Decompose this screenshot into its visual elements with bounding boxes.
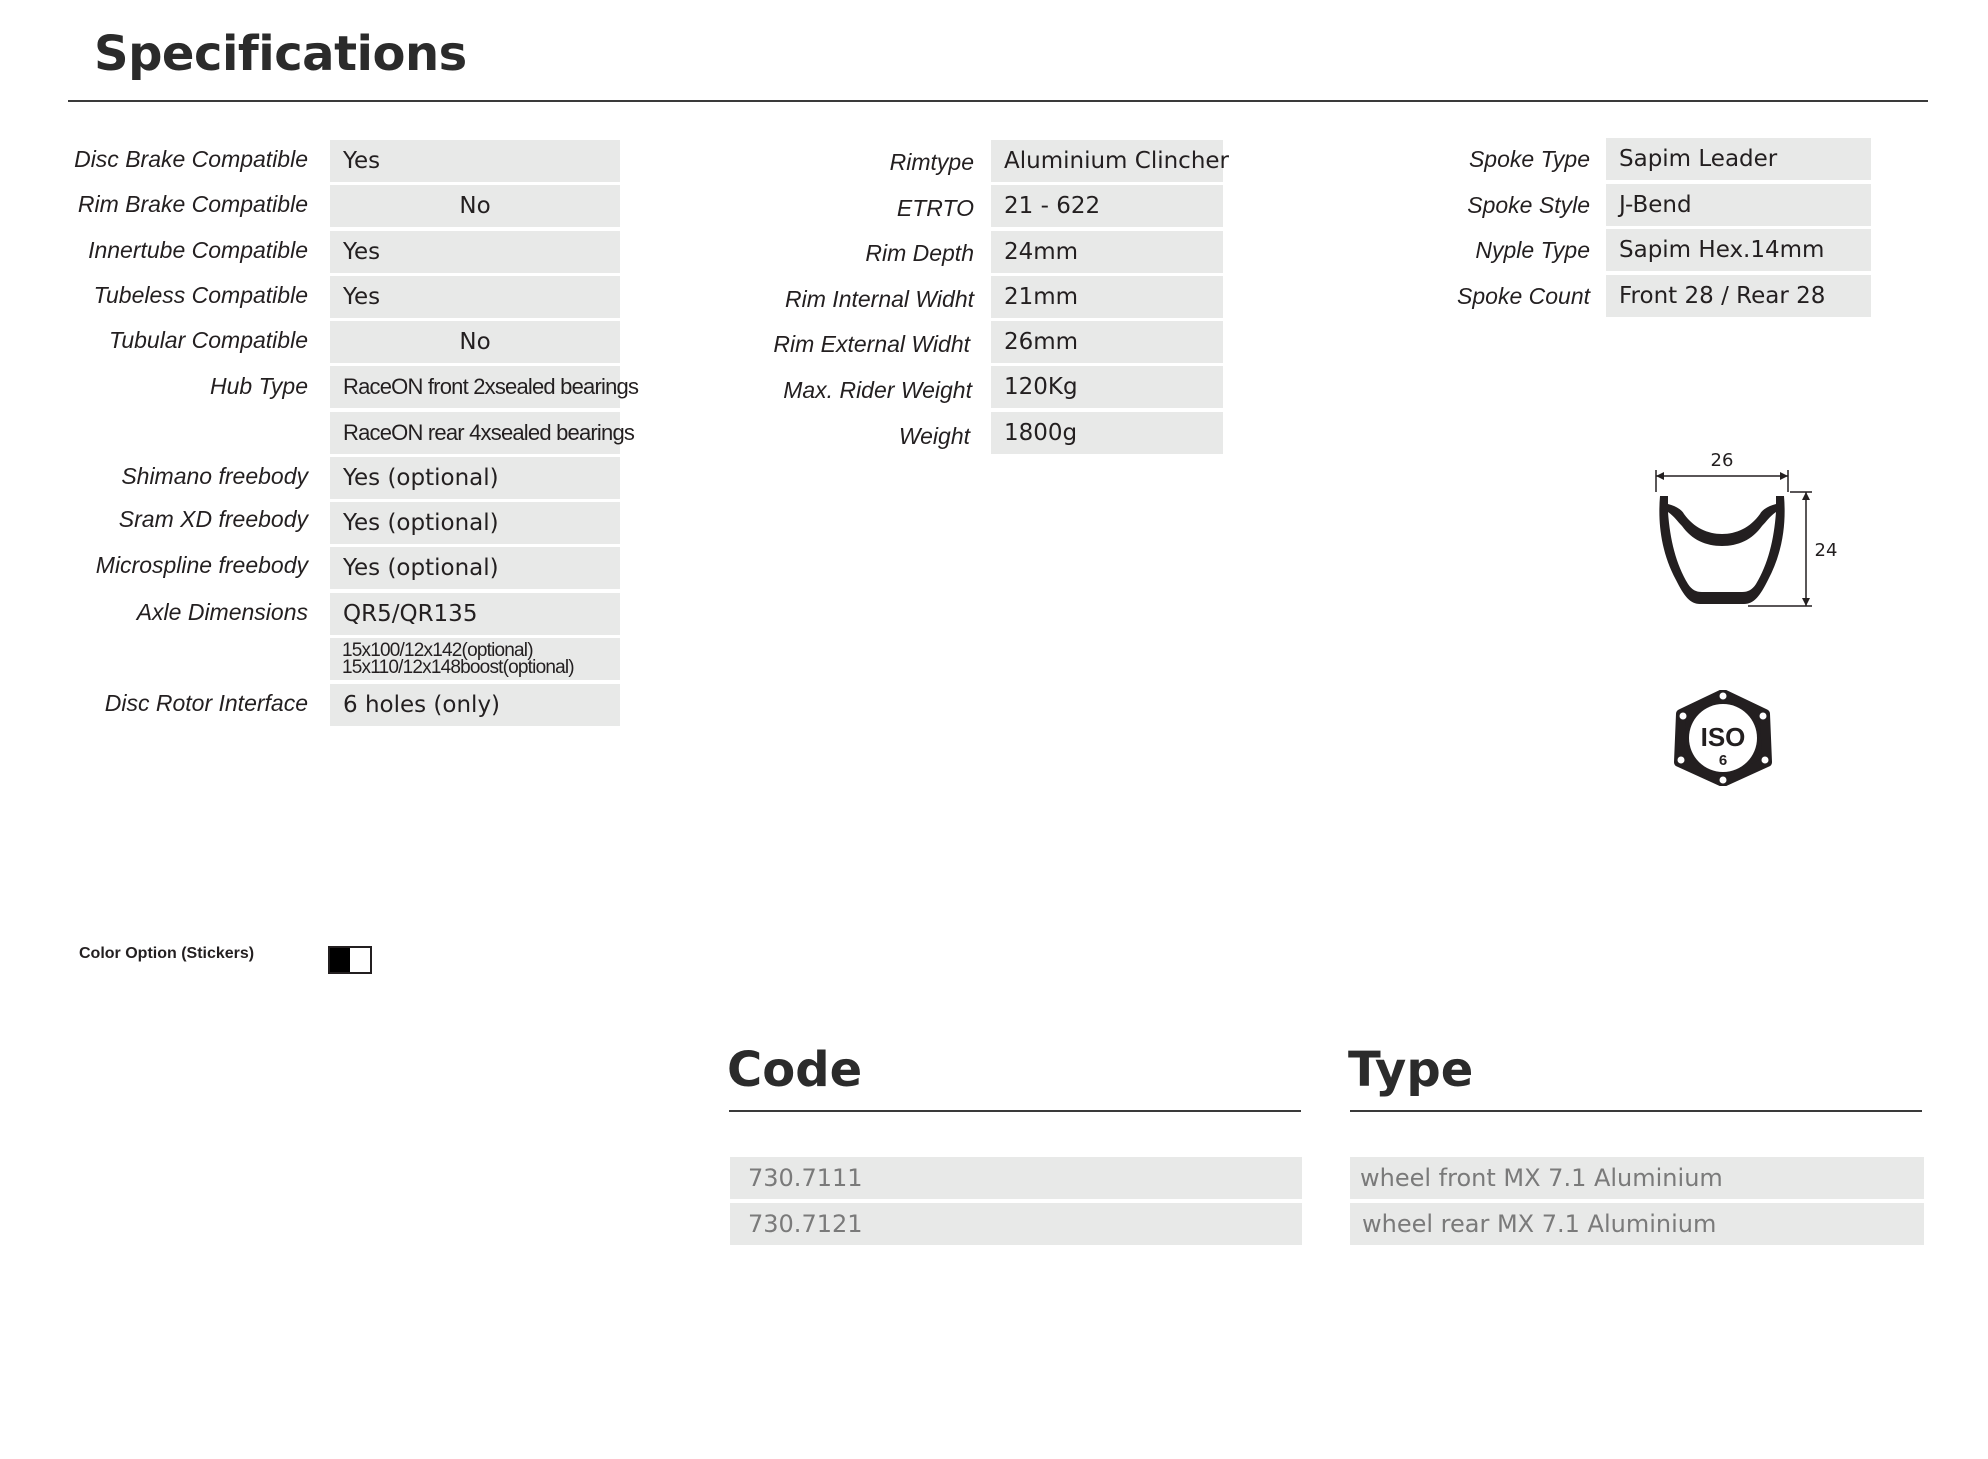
spec-value: 24mm [991, 231, 1223, 273]
iso-badge-number: 6 [1719, 752, 1727, 769]
rim-width-label: 26 [1711, 450, 1734, 471]
type-row: wheel front MX 7.1 Aluminium [1350, 1157, 1924, 1199]
spec-value: 1800g [991, 412, 1223, 454]
type-divider [1350, 1110, 1922, 1112]
spec-label: Disc Brake Compatible [74, 146, 308, 172]
color-swatch-black [330, 948, 350, 972]
spec-value: 21 - 622 [991, 185, 1223, 227]
color-option-label: Color Option (Stickers) [79, 945, 255, 962]
spec-label: Rim External Widht [773, 331, 970, 357]
spec-value: QR5/QR135 [330, 593, 620, 635]
type-row: wheel rear MX 7.1 Aluminium [1350, 1203, 1924, 1245]
iso-6-bolt-icon: ISO 6 [1674, 690, 1772, 786]
spec-value: Yes [330, 231, 620, 273]
title-divider [68, 100, 1928, 102]
spec-label: Spoke Type [1468, 146, 1590, 172]
spec-label: Rimtype [889, 149, 974, 175]
spec-value: 120Kg [991, 366, 1223, 408]
rim-profile-diagram: 26 24 [1655, 450, 1838, 607]
spec-value: Yes (optional) [330, 502, 620, 544]
spec-label: Shimano freebody [121, 463, 308, 489]
spec-value: 26mm [991, 321, 1223, 363]
spec-label: Tubular Compatible [108, 327, 308, 353]
type-heading: Type [1348, 1042, 1474, 1098]
spec-label: Max. Rider Weight [783, 377, 972, 403]
spec-label: Tubeless Compatible [93, 282, 308, 308]
spec-value: 21mm [991, 276, 1223, 318]
spec-label: Axle Dimensions [136, 599, 308, 625]
code-row: 730.7111 [730, 1157, 1302, 1199]
spec-value: Yes [330, 276, 620, 318]
spec-value: No [330, 321, 620, 363]
spec-value: Yes (optional) [330, 457, 620, 499]
rim-depth-label: 24 [1815, 540, 1838, 561]
spec-label: ETRTO [896, 195, 974, 221]
spec-label: Innertube Compatible [88, 237, 308, 263]
page-title: Specifications [94, 26, 467, 82]
spec-value: 6 holes (only) [330, 684, 620, 726]
spec-value-axle-options: 15x100/12x142(optional) 15x110/12x148boo… [330, 638, 620, 680]
spec-value: Sapim Hex.14mm [1606, 229, 1871, 271]
spec-label: Rim Depth [865, 240, 974, 266]
code-divider [729, 1110, 1301, 1112]
spec-value: RaceON rear 4xsealed bearings [330, 412, 635, 454]
spec-value: Yes (optional) [330, 547, 620, 589]
spec-label: Spoke Style [1467, 192, 1590, 218]
spec-label: Rim Brake Compatible [77, 191, 308, 217]
spec-value: Sapim Leader [1606, 138, 1871, 180]
spec-label: Nyple Type [1475, 237, 1590, 263]
spec-label: Spoke Count [1457, 283, 1590, 309]
spec-label: Disc Rotor Interface [104, 690, 308, 716]
spec-label: Microspline freebody [95, 552, 308, 578]
color-option-swatch [328, 946, 372, 974]
color-swatch-white [350, 948, 370, 972]
axle-option-2: 15x110/12x148boost(optional) [342, 657, 575, 678]
spec-value: J-Bend [1606, 184, 1871, 226]
spec-label: Rim Internal Widht [785, 286, 974, 312]
iso-badge-text: ISO [1701, 722, 1746, 752]
code-row: 730.7121 [730, 1203, 1302, 1245]
spec-value: No [330, 185, 620, 227]
spec-value: Front 28 / Rear 28 [1606, 275, 1871, 317]
spec-value: Yes [330, 140, 620, 182]
spec-value: RaceON front 2xsealed bearings [330, 366, 639, 408]
code-heading: Code [727, 1042, 863, 1098]
spec-value: Aluminium Clincher [991, 140, 1229, 182]
spec-label: Sram XD freebody [118, 506, 308, 532]
spec-label: Weight [898, 423, 970, 449]
spec-label: Hub Type [209, 373, 308, 399]
